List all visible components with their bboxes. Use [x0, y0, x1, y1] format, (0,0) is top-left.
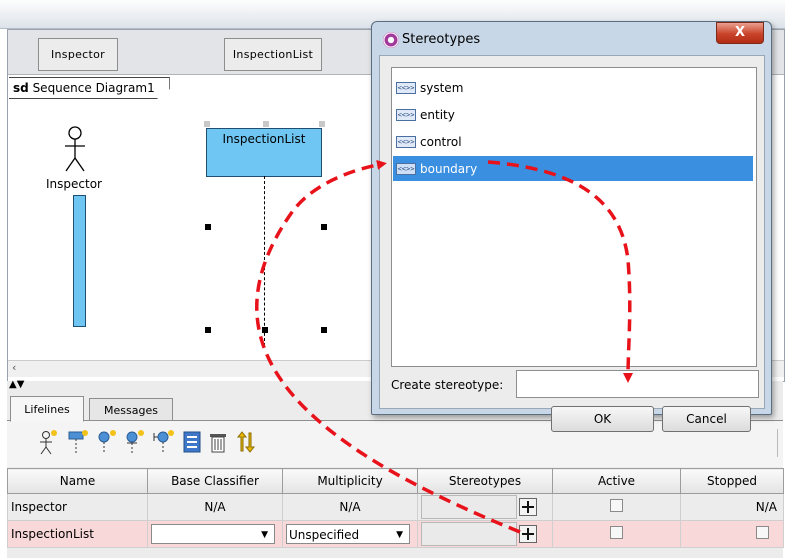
column-header-stereotypes[interactable]: Stereotypes	[417, 468, 553, 494]
cell-active	[552, 493, 681, 521]
lifelines-table: Name Base Classifier Multiplicity Stereo…	[7, 468, 784, 548]
cell-base-classifier: N/A	[147, 493, 283, 521]
actor-icon[interactable]	[60, 125, 90, 175]
actor-label: Inspector	[46, 177, 102, 191]
stereotype-icon: <<>>	[396, 162, 416, 175]
list-item-selected[interactable]: <<>> boundary	[393, 156, 753, 181]
column-header-stopped[interactable]: Stopped	[680, 468, 784, 494]
cell-base-classifier: ▼	[147, 520, 283, 548]
cell-active	[552, 520, 681, 548]
column-header-name[interactable]: Name	[7, 468, 148, 494]
cell-stereotypes	[417, 493, 553, 521]
scroll-left-icon[interactable]: ‹	[12, 361, 16, 374]
stopped-checkbox[interactable]	[756, 526, 769, 539]
header-inspector[interactable]: Inspector	[38, 38, 118, 71]
table-row[interactable]: InspectionList ▼ Unspecified ▼	[7, 520, 784, 548]
cell-stereotypes	[417, 520, 553, 548]
column-header-multiplicity[interactable]: Multiplicity	[282, 468, 418, 494]
add-entity-icon[interactable]	[123, 429, 145, 455]
cell-stopped	[680, 520, 784, 548]
cancel-button[interactable]: Cancel	[662, 406, 751, 432]
table-header-row: Name Base Classifier Multiplicity Stereo…	[7, 468, 784, 494]
list-item[interactable]: <<>> entity	[393, 102, 753, 127]
app-logo-icon	[383, 32, 399, 48]
stereotypes-dialog: Stereotypes X <<>> system <<>> entity <<…	[371, 21, 772, 432]
add-stereotype-button[interactable]	[519, 498, 537, 516]
stereotype-icon: <<>>	[396, 135, 416, 148]
chevron-down-icon: ▼	[396, 530, 403, 540]
active-checkbox[interactable]	[610, 526, 623, 539]
ok-button[interactable]: OK	[551, 406, 654, 432]
list-item-label: system	[420, 80, 464, 95]
add-lifeline-icon[interactable]	[67, 429, 89, 455]
cell-multiplicity: Unspecified ▼	[282, 520, 418, 548]
add-boundary-icon[interactable]	[152, 429, 174, 455]
column-header-base-classifier[interactable]: Base Classifier	[147, 468, 283, 494]
dialog-body: <<>> system <<>> entity <<>> control <<>…	[379, 55, 765, 432]
cell-name[interactable]: Inspector	[7, 493, 148, 521]
column-header-active[interactable]: Active	[552, 468, 681, 494]
table-row[interactable]: Inspector N/A N/A N/A	[7, 493, 784, 521]
chevron-down-icon: ▼	[261, 530, 268, 540]
dialog-title: Stereotypes	[402, 32, 481, 47]
stereotype-icon: <<>>	[396, 81, 416, 94]
add-actor-icon[interactable]	[37, 429, 59, 455]
stereotypes-value-box	[421, 495, 517, 519]
list-item[interactable]: <<>> system	[393, 75, 753, 100]
lifeline-dashed-line	[264, 176, 265, 346]
header-inspection-list[interactable]: InspectionList	[224, 38, 322, 71]
stereotype-icon: <<>>	[396, 108, 416, 121]
activation-bar[interactable]	[73, 195, 86, 327]
multiplicity-combo[interactable]: Unspecified ▼	[286, 524, 410, 544]
list-item-label: control	[420, 134, 462, 149]
stereotypes-value-box	[421, 522, 517, 546]
list-item-label: entity	[420, 107, 455, 122]
tab-messages[interactable]: Messages	[89, 398, 173, 422]
close-button[interactable]: X	[716, 22, 764, 44]
cell-stopped: N/A	[680, 493, 784, 521]
base-classifier-combo[interactable]: ▼	[151, 524, 275, 544]
document-icon[interactable]	[181, 429, 203, 455]
sort-icon[interactable]	[235, 429, 257, 455]
list-item[interactable]: <<>> control	[393, 129, 753, 154]
lifeline-head[interactable]: InspectionList	[206, 128, 322, 177]
active-checkbox[interactable]	[610, 499, 623, 512]
tab-lifelines[interactable]: Lifelines	[10, 396, 84, 422]
multiplicity-value: Unspecified	[289, 528, 360, 542]
add-control-icon[interactable]	[95, 429, 117, 455]
delete-icon[interactable]	[207, 429, 229, 455]
frame-name: Sequence Diagram1	[32, 81, 155, 95]
frame-label: sd Sequence Diagram1	[9, 77, 170, 99]
list-item-label: boundary	[420, 161, 478, 176]
stereotype-list: <<>> system <<>> entity <<>> control <<>…	[391, 67, 757, 367]
cell-name[interactable]: InspectionList	[7, 520, 148, 548]
cell-multiplicity: N/A	[282, 493, 418, 521]
add-stereotype-button[interactable]	[519, 525, 537, 543]
create-stereotype-label: Create stereotype:	[391, 378, 504, 392]
create-stereotype-input[interactable]	[516, 370, 759, 398]
collapse-arrows-icon[interactable]: ▲▼	[9, 380, 24, 390]
frame-keyword: sd	[13, 81, 29, 95]
